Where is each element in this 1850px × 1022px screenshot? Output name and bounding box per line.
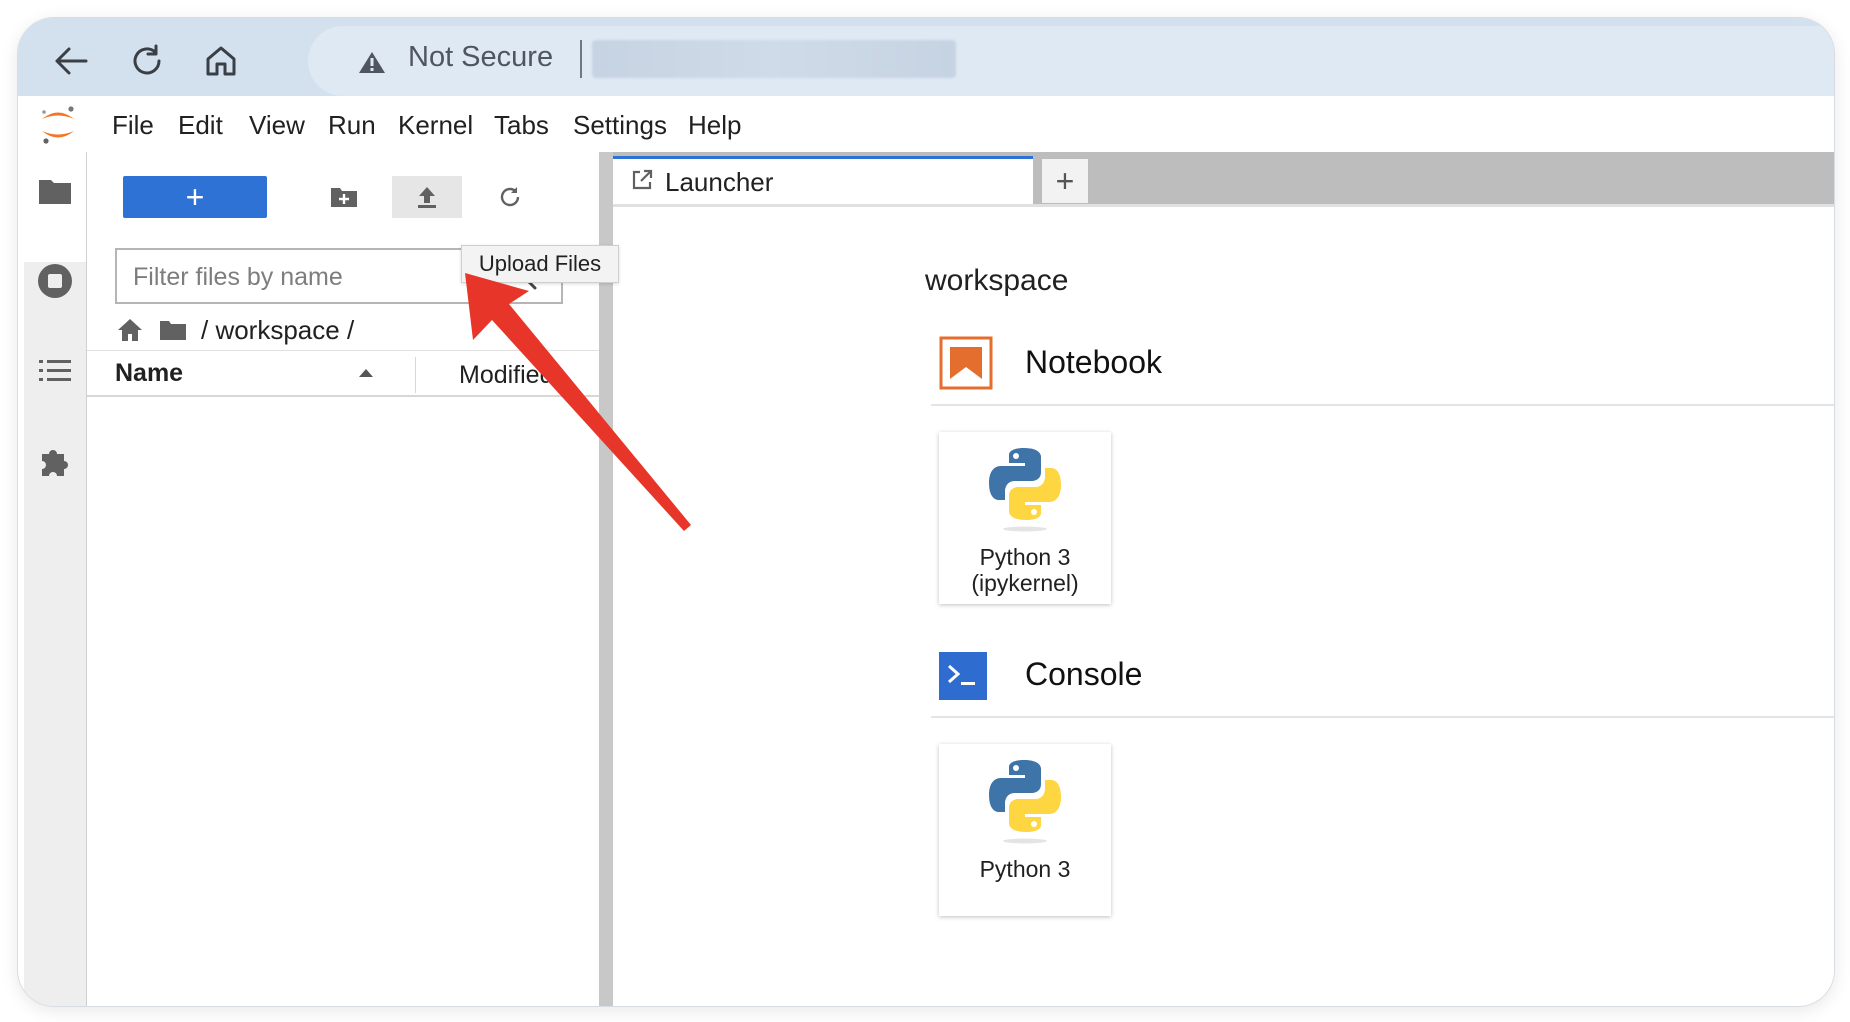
menu-edit[interactable]: Edit [178,110,223,141]
rail-running-button[interactable] [36,262,74,300]
menu-kernel[interactable]: Kernel [398,110,473,141]
section-title-notebook: Notebook [1025,344,1162,380]
menu-bar: File Edit View Run Kernel Tabs Settings … [24,96,1834,153]
refresh-file-list-button[interactable] [475,176,545,218]
security-label: Not Secure [408,41,554,73]
file-list-header: Name Modified [87,350,599,397]
launcher-card-python3-notebook[interactable]: Python 3 (ipykernel) [939,432,1111,604]
menu-help[interactable]: Help [688,110,741,141]
home-icon[interactable] [117,318,143,342]
console-section-icon [939,652,987,700]
card-label-line2: (ipykernel) [971,570,1079,596]
python-logo-icon [989,760,1061,844]
section-divider [931,404,1834,406]
launcher-panel: workspace Notebook Python 3 (ipykernel) … [613,208,1834,1006]
tab-launcher[interactable]: Launcher [613,156,1033,204]
menu-view[interactable]: View [249,110,305,141]
tab-bar-underline [613,204,1834,207]
home-button[interactable] [192,32,250,90]
plus-label: + [1055,163,1075,199]
card-label-line1: Python 3 [979,856,1071,882]
address-url-blurred [592,40,956,78]
notebook-section-icon [939,336,993,390]
reload-button[interactable] [118,32,176,90]
puzzle-piece-icon [42,450,68,476]
browser-window: Not Secure File Edit View Run Kernel Tab… [18,18,1834,1006]
list-icon [39,360,71,381]
refresh-icon [500,187,520,207]
sort-ascending-icon [359,369,373,377]
new-folder-button[interactable] [309,176,379,218]
address-separator [580,40,582,78]
left-sidebar-rail [24,152,87,1006]
column-header-name[interactable]: Name [115,359,183,388]
new-folder-icon [331,188,357,207]
rail-toc-button[interactable] [36,352,74,390]
reload-icon [133,44,161,75]
back-button[interactable] [42,32,100,90]
menu-file[interactable]: File [112,110,154,141]
tab-launcher-label: Launcher [665,167,774,197]
launcher-card-python3-console[interactable]: Python 3 [939,744,1111,916]
launcher-cwd: workspace [925,264,1069,297]
column-header-modified[interactable]: Modified [459,361,599,390]
menu-run[interactable]: Run [328,110,376,141]
address-bar[interactable]: Not Secure [308,26,1834,96]
card-label-line1: Python 3 [979,544,1071,570]
rail-file-browser-button[interactable] [36,172,74,210]
menu-tabs[interactable]: Tabs [494,110,549,141]
section-title-console: Console [1025,656,1143,692]
menu-settings[interactable]: Settings [573,110,667,141]
python-logo-icon [989,448,1061,532]
upload-files-button[interactable] [392,176,462,218]
jupyter-logo-icon [42,106,74,144]
new-tab-button[interactable]: + [1041,158,1089,204]
breadcrumb-path[interactable]: / workspace / [201,315,354,346]
launcher-tab-icon [632,169,653,190]
rail-extensions-button[interactable] [36,442,74,480]
plus-label: + [185,179,205,215]
folder-icon [39,180,71,204]
breadcrumb: / workspace / [117,312,354,348]
upload-files-tooltip: Upload Files [461,245,619,283]
back-arrow-icon [55,47,88,75]
upload-icon [418,187,436,208]
new-launcher-button[interactable]: + [123,176,267,218]
tab-bar: Launcher + [613,152,1834,204]
folder-icon[interactable] [159,319,187,341]
section-divider [931,716,1834,718]
column-divider[interactable] [415,357,416,393]
browser-toolbar: Not Secure [18,18,1834,96]
file-filter-input[interactable] [131,262,495,293]
home-icon [206,46,236,76]
stop-circle-icon [38,264,72,298]
warning-triangle-icon [359,52,385,73]
